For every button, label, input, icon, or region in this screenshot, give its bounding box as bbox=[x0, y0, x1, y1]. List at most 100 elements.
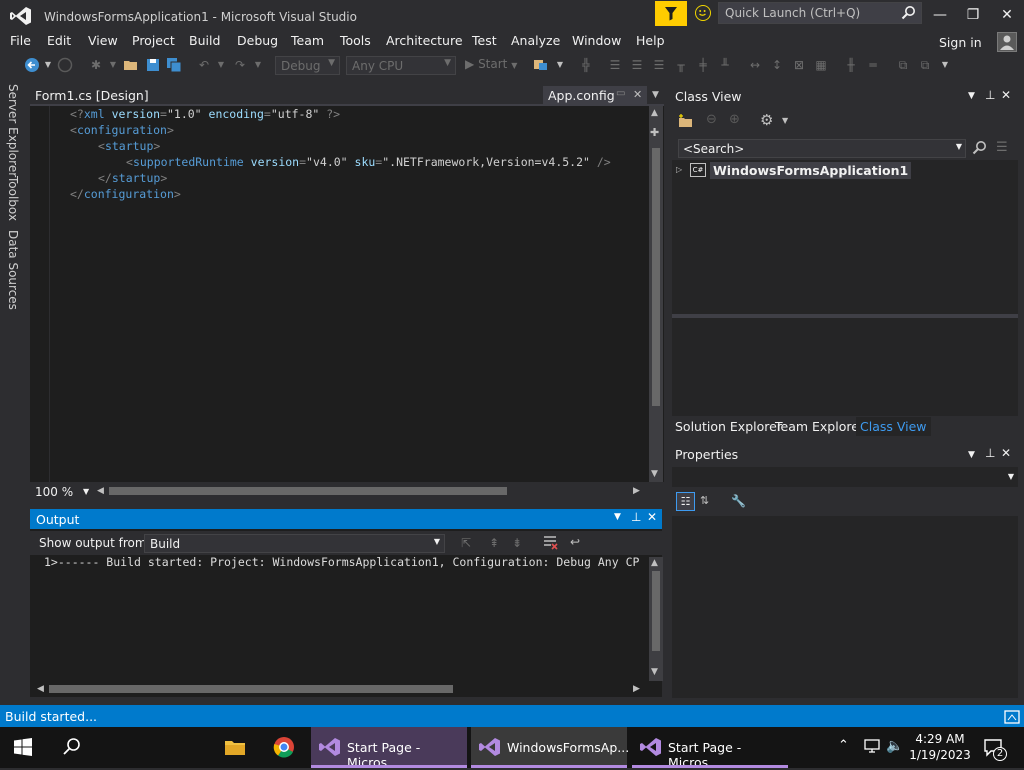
editor-vertical-scroll-thumb[interactable] bbox=[652, 148, 660, 406]
quick-launch-input[interactable]: Quick Launch (Ctrl+Q) bbox=[718, 2, 922, 24]
size-to-grid-icon[interactable]: ▦ bbox=[813, 57, 829, 73]
navigate-back-icon[interactable] bbox=[24, 57, 40, 73]
alphabetical-icon[interactable]: ⇅ bbox=[700, 494, 709, 507]
menu-view[interactable]: View bbox=[88, 33, 118, 48]
taskbar-clock[interactable]: 4:29 AM 1/19/2023 bbox=[900, 731, 980, 763]
tab-app-config[interactable]: App.config ▭ ✕ bbox=[543, 86, 647, 106]
output-vertical-scroll-thumb[interactable] bbox=[652, 571, 660, 651]
code-line[interactable]: <startup> bbox=[98, 139, 160, 153]
code-line[interactable]: </startup> bbox=[98, 171, 167, 185]
align-to-grid-icon[interactable]: ╬ bbox=[578, 57, 594, 73]
properties-close-icon[interactable]: ✕ bbox=[1001, 446, 1011, 460]
editor-horizontal-scroll-thumb[interactable] bbox=[109, 487, 507, 495]
show-hidden-icons-chevron-up-icon[interactable]: ⌃ bbox=[838, 738, 849, 753]
zoom-level-combo[interactable]: 100 % bbox=[35, 485, 73, 499]
class-view-position-chevron-down-icon[interactable]: ▼ bbox=[968, 91, 975, 101]
settings-chevron-down-icon[interactable]: ▼ bbox=[782, 116, 788, 125]
menu-tools[interactable]: Tools bbox=[340, 33, 371, 48]
menu-help[interactable]: Help bbox=[636, 33, 665, 48]
layout-toolbar-overflow-icon[interactable]: ▼ bbox=[937, 57, 953, 73]
categorized-icon[interactable]: ☷ bbox=[676, 492, 695, 511]
navigate-forward-icon[interactable] bbox=[57, 57, 73, 73]
send-to-back-icon[interactable]: ⧉ bbox=[917, 57, 933, 73]
output-pane-header[interactable]: Output ▼ ⊥ ✕ bbox=[30, 509, 662, 529]
output-source-combo[interactable]: Build ▼ bbox=[144, 534, 445, 553]
pin-tab-icon[interactable]: ▭ bbox=[616, 88, 625, 99]
new-project-icon[interactable]: ✱ bbox=[88, 57, 104, 73]
align-rights-icon[interactable]: ☰ bbox=[651, 57, 667, 73]
tab-form1-design[interactable]: Form1.cs [Design] bbox=[35, 88, 149, 103]
output-scroll-right-icon[interactable]: ▶ bbox=[633, 684, 640, 694]
solution-platform-combo[interactable]: Any CPU ▼ bbox=[346, 56, 456, 75]
close-button[interactable]: ✕ bbox=[993, 4, 1021, 26]
taskbar-item-start-page-1[interactable]: Start Page - Micros... bbox=[311, 727, 467, 770]
property-pages-wrench-icon[interactable]: 🔧 bbox=[731, 494, 746, 508]
menu-debug[interactable]: Debug bbox=[237, 33, 278, 48]
clear-search-icon[interactable]: ☰ bbox=[996, 140, 1008, 155]
class-view-settings-gear-icon[interactable]: ⚙ bbox=[760, 111, 773, 129]
network-icon[interactable] bbox=[863, 738, 881, 757]
window-position-chevron-down-icon[interactable]: ▼ bbox=[614, 512, 621, 522]
account-avatar-icon[interactable] bbox=[997, 32, 1017, 52]
menu-test[interactable]: Test bbox=[472, 33, 497, 48]
properties-position-chevron-down-icon[interactable]: ▼ bbox=[968, 450, 975, 460]
side-tab-server-explorer[interactable]: Server Explorer bbox=[6, 84, 20, 177]
find-in-files-icon[interactable] bbox=[533, 57, 549, 73]
split-window-icon[interactable]: ✚ bbox=[650, 126, 659, 139]
tab-solution-explorer[interactable]: Solution Explorer bbox=[675, 419, 782, 434]
side-tab-data-sources[interactable]: Data Sources bbox=[6, 230, 20, 310]
align-centers-icon[interactable]: ☰ bbox=[629, 57, 645, 73]
undo-icon[interactable]: ↶ bbox=[196, 57, 212, 73]
align-tops-icon[interactable]: ╥ bbox=[673, 57, 689, 73]
save-icon[interactable] bbox=[145, 57, 161, 73]
undo-dropdown-icon[interactable]: ▼ bbox=[213, 57, 229, 73]
output-horizontal-scroll-thumb[interactable] bbox=[49, 685, 453, 693]
clear-all-icon[interactable] bbox=[542, 534, 558, 553]
output-scroll-up-icon[interactable]: ▲ bbox=[651, 558, 658, 568]
taskbar-item-windowsformsapp[interactable]: WindowsFormsAp... bbox=[471, 727, 629, 768]
windows-start-icon[interactable] bbox=[14, 738, 32, 759]
redo-dropdown-icon[interactable]: ▼ bbox=[250, 57, 266, 73]
align-bottoms-icon[interactable]: ╨ bbox=[717, 57, 733, 73]
align-lefts-icon[interactable]: ☰ bbox=[607, 57, 623, 73]
go-to-next-message-icon[interactable]: ⇟ bbox=[512, 536, 522, 550]
open-file-icon[interactable] bbox=[123, 57, 139, 73]
scroll-left-icon[interactable]: ◀ bbox=[97, 486, 104, 496]
toolbar-overflow-icon[interactable]: ▼ bbox=[552, 57, 568, 73]
properties-pin-icon[interactable]: ⊥ bbox=[985, 446, 995, 460]
code-line[interactable]: <configuration> bbox=[70, 123, 174, 137]
tab-overflow-chevron-down-icon[interactable]: ▼ bbox=[652, 90, 659, 100]
feedback-filter-button[interactable] bbox=[655, 1, 687, 26]
menu-edit[interactable]: Edit bbox=[47, 33, 71, 48]
save-all-icon[interactable] bbox=[166, 57, 182, 73]
navigate-back-dropdown-icon[interactable]: ▼ bbox=[40, 57, 56, 73]
tab-team-explorer[interactable]: Team Explorer bbox=[775, 419, 864, 434]
menu-file[interactable]: File bbox=[10, 33, 31, 48]
back-icon[interactable]: ⊖ bbox=[706, 112, 717, 127]
side-tab-toolbox[interactable]: Toolbox bbox=[6, 176, 20, 221]
menu-architecture[interactable]: Architecture bbox=[386, 33, 463, 48]
class-view-close-icon[interactable]: ✕ bbox=[1001, 88, 1011, 102]
class-view-search-icon[interactable] bbox=[972, 140, 988, 159]
sign-in-link[interactable]: Sign in bbox=[939, 35, 982, 50]
menu-window[interactable]: Window bbox=[572, 33, 621, 48]
solution-configuration-combo[interactable]: Debug ▼ bbox=[275, 56, 340, 75]
make-same-height-icon[interactable]: ↕ bbox=[769, 57, 785, 73]
menu-project[interactable]: Project bbox=[132, 33, 175, 48]
taskbar-item-start-page-2[interactable]: Start Page - Micros... bbox=[632, 727, 788, 770]
align-middles-icon[interactable]: ╪ bbox=[695, 57, 711, 73]
taskbar-search-icon[interactable] bbox=[62, 737, 82, 760]
pin-icon[interactable]: ⊥ bbox=[631, 510, 641, 524]
code-line[interactable]: <?xml version="1.0" encoding="utf-8" ?> bbox=[70, 107, 340, 121]
menu-team[interactable]: Team bbox=[291, 33, 324, 48]
output-scroll-down-icon[interactable]: ▼ bbox=[651, 667, 658, 677]
make-same-size-icon[interactable]: ⊠ bbox=[791, 57, 807, 73]
scroll-up-icon[interactable]: ▲ bbox=[651, 108, 658, 118]
code-line[interactable]: </configuration> bbox=[70, 187, 181, 201]
class-view-root-node[interactable]: WindowsFormsApplication1 bbox=[710, 162, 912, 179]
go-to-previous-message-icon[interactable]: ⇞ bbox=[489, 536, 499, 550]
forward-icon[interactable]: ⊕ bbox=[729, 112, 740, 127]
maximize-button[interactable]: ❐ bbox=[959, 4, 987, 26]
menu-analyze[interactable]: Analyze bbox=[511, 33, 560, 48]
minimize-button[interactable]: — bbox=[926, 4, 954, 26]
